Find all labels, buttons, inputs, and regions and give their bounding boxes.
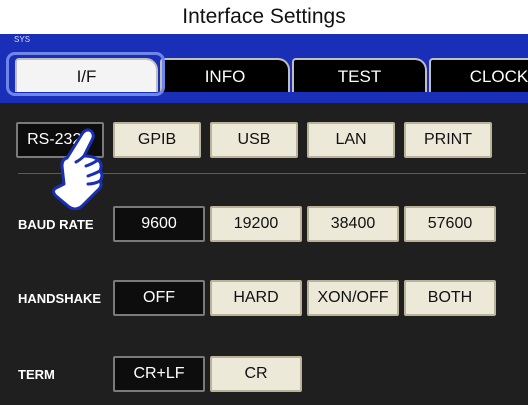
interface-lan-button[interactable]: LAN xyxy=(307,122,395,158)
term-label: TERM xyxy=(18,367,55,382)
tab-info[interactable]: INFO xyxy=(160,58,290,92)
interface-usb-button[interactable]: USB xyxy=(210,122,298,158)
selection-highlight xyxy=(6,52,165,96)
term-cr-button[interactable]: CR xyxy=(210,356,302,392)
baud-19200-button[interactable]: 19200 xyxy=(210,206,302,242)
hand-pointer-icon xyxy=(52,128,104,210)
handshake-xonoff-button[interactable]: XON/OFF xyxy=(307,280,399,316)
tab-bar: I/F INFO TEST CLOCK xyxy=(0,47,528,103)
tab-test[interactable]: TEST xyxy=(292,58,427,92)
tab-clock[interactable]: CLOCK xyxy=(429,58,528,92)
interface-gpib-button[interactable]: GPIB xyxy=(113,122,201,158)
interface-print-button[interactable]: PRINT xyxy=(404,122,492,158)
handshake-both-button[interactable]: BOTH xyxy=(404,280,496,316)
baud-9600-button[interactable]: 9600 xyxy=(113,206,205,242)
handshake-hard-button[interactable]: HARD xyxy=(210,280,302,316)
baud-57600-button[interactable]: 57600 xyxy=(404,206,496,242)
handshake-label: HANDSHAKE xyxy=(18,291,102,306)
baud-38400-button[interactable]: 38400 xyxy=(307,206,399,242)
settings-screen: SYS I/F INFO TEST CLOCK RS-232C GPIB USB… xyxy=(0,34,528,405)
window-title: Interface Settings xyxy=(0,0,528,34)
term-crlf-button[interactable]: CR+LF xyxy=(113,356,205,392)
handshake-off-button[interactable]: OFF xyxy=(113,280,205,316)
baud-rate-label: BAUD RATE xyxy=(18,217,94,232)
sys-label: SYS xyxy=(0,34,528,47)
